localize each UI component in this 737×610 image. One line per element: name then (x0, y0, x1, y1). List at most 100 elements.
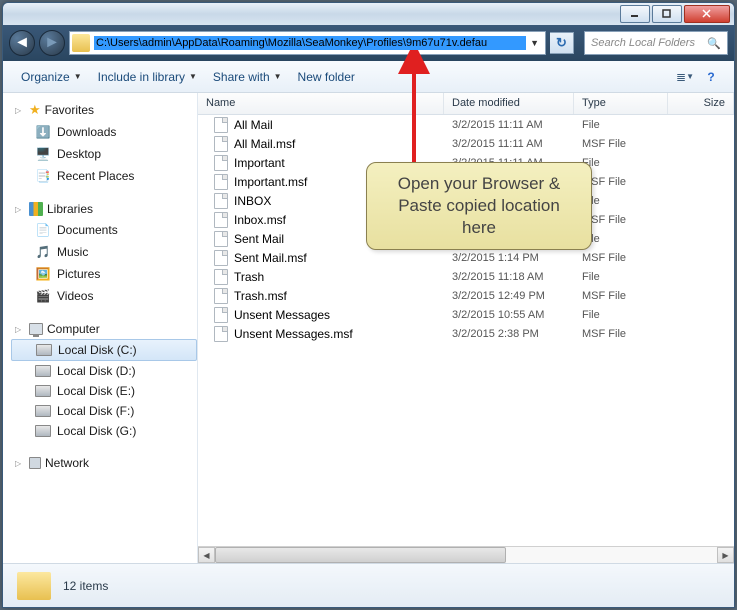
network-section: ▷Network (11, 453, 197, 473)
libraries-icon (29, 202, 43, 216)
file-icon (214, 250, 228, 266)
file-type: File (574, 119, 668, 131)
drive-icon (35, 405, 51, 417)
forward-button[interactable]: ► (39, 30, 65, 56)
scroll-track[interactable] (215, 547, 717, 563)
file-row[interactable]: Unsent Messages.msf 3/2/2015 2:38 PM MSF… (198, 324, 734, 343)
libraries-header[interactable]: ▷Libraries (11, 199, 197, 219)
favorites-header[interactable]: ▷★Favorites (11, 99, 197, 121)
status-bar: 12 items (3, 563, 734, 607)
file-row[interactable]: All Mail.msf 3/2/2015 11:11 AM MSF File (198, 134, 734, 153)
sidebar-item-drive-f[interactable]: Local Disk (F:) (11, 401, 197, 421)
sidebar-item-videos[interactable]: 🎬Videos (11, 285, 197, 307)
file-icon (214, 212, 228, 228)
sidebar-item-drive-c[interactable]: Local Disk (C:) (11, 339, 197, 361)
search-placeholder: Search Local Folders (591, 37, 695, 49)
file-type: File (574, 271, 668, 283)
file-name: Sent Mail (234, 232, 284, 246)
close-button[interactable] (684, 5, 730, 23)
file-date: 3/2/2015 12:49 PM (444, 290, 574, 302)
scroll-thumb[interactable] (215, 547, 506, 563)
file-icon (214, 193, 228, 209)
file-row[interactable]: Unsent Messages 3/2/2015 10:55 AM File (198, 305, 734, 324)
sidebar-item-downloads[interactable]: ⬇️Downloads (11, 121, 197, 143)
nav-bar: ◄ ► C:\Users\admin\AppData\Roaming\Mozil… (3, 25, 734, 61)
item-icon: 📄 (35, 222, 51, 238)
file-icon (214, 288, 228, 304)
file-row[interactable]: Trash.msf 3/2/2015 12:49 PM MSF File (198, 286, 734, 305)
column-type[interactable]: Type (574, 93, 668, 114)
organize-menu[interactable]: Organize▼ (13, 66, 90, 88)
sidebar-item-recent-places[interactable]: 📑Recent Places (11, 165, 197, 187)
file-icon (214, 269, 228, 285)
folder-icon (72, 34, 90, 52)
address-text[interactable]: C:\Users\admin\AppData\Roaming\Mozilla\S… (94, 36, 526, 50)
item-icon: ⬇️ (35, 124, 51, 140)
file-type: MSF File (574, 290, 668, 302)
file-icon (214, 231, 228, 247)
search-box[interactable]: Search Local Folders 🔍 (584, 31, 728, 55)
libraries-section: ▷Libraries 📄Documents🎵Music🖼️Pictures🎬Vi… (11, 199, 197, 307)
file-name: Sent Mail.msf (234, 251, 307, 265)
maximize-button[interactable] (652, 5, 682, 23)
sidebar-item-drive-d[interactable]: Local Disk (D:) (11, 361, 197, 381)
sidebar-item-documents[interactable]: 📄Documents (11, 219, 197, 241)
file-name: Inbox.msf (234, 213, 286, 227)
file-name: Unsent Messages (234, 308, 330, 322)
sidebar-item-drive-g[interactable]: Local Disk (G:) (11, 421, 197, 441)
file-icon (214, 155, 228, 171)
item-icon: 🎬 (35, 288, 51, 304)
file-row[interactable]: All Mail 3/2/2015 11:11 AM File (198, 115, 734, 134)
file-icon (214, 307, 228, 323)
drive-icon (35, 385, 51, 397)
network-header[interactable]: ▷Network (11, 453, 197, 473)
back-button[interactable]: ◄ (9, 30, 35, 56)
sidebar-item-pictures[interactable]: 🖼️Pictures (11, 263, 197, 285)
file-name: All Mail.msf (234, 137, 295, 151)
toolbar: Organize▼ Include in library▼ Share with… (3, 61, 734, 93)
sidebar-item-drive-e[interactable]: Local Disk (E:) (11, 381, 197, 401)
scroll-right-button[interactable]: ▶ (717, 547, 734, 563)
view-options-button[interactable]: ≣ ▼ (672, 65, 698, 89)
file-icon (214, 117, 228, 133)
share-with-menu[interactable]: Share with▼ (205, 66, 290, 88)
address-dropdown[interactable]: ▼ (526, 38, 543, 48)
column-size[interactable]: Size (668, 93, 734, 114)
address-bar[interactable]: C:\Users\admin\AppData\Roaming\Mozilla\S… (69, 31, 546, 55)
drive-icon (36, 344, 52, 356)
file-type: File (574, 309, 668, 321)
sidebar-item-music[interactable]: 🎵Music (11, 241, 197, 263)
network-icon (29, 457, 41, 469)
minimize-button[interactable] (620, 5, 650, 23)
file-name: All Mail (234, 118, 273, 132)
annotation-callout: Open your Browser & Paste copied locatio… (366, 162, 592, 250)
column-name[interactable]: Name (198, 93, 444, 114)
file-date: 3/2/2015 11:11 AM (444, 138, 574, 150)
drive-icon (35, 425, 51, 437)
help-button[interactable]: ? (698, 65, 724, 89)
file-date: 3/2/2015 10:55 AM (444, 309, 574, 321)
file-icon (214, 326, 228, 342)
file-name: INBOX (234, 194, 271, 208)
item-icon: 📑 (35, 168, 51, 184)
drive-icon (35, 365, 51, 377)
file-name: Important.msf (234, 175, 307, 189)
search-icon: 🔍 (707, 37, 721, 50)
file-name: Trash (234, 270, 264, 284)
explorer-window: ◄ ► C:\Users\admin\AppData\Roaming\Mozil… (2, 2, 735, 608)
nav-pane[interactable]: ▷★Favorites ⬇️Downloads🖥️Desktop📑Recent … (3, 93, 198, 563)
file-date: 3/2/2015 11:18 AM (444, 271, 574, 283)
scroll-left-button[interactable]: ◀ (198, 547, 215, 563)
horizontal-scrollbar[interactable]: ◀ ▶ (198, 546, 734, 563)
item-icon: 🎵 (35, 244, 51, 260)
star-icon: ★ (29, 102, 41, 118)
column-date[interactable]: Date modified (444, 93, 574, 114)
file-type: MSF File (574, 138, 668, 150)
refresh-button[interactable]: ↻ (550, 32, 574, 54)
computer-header[interactable]: ▷Computer (11, 319, 197, 339)
file-row[interactable]: Sent Mail.msf 3/2/2015 1:14 PM MSF File (198, 248, 734, 267)
sidebar-item-desktop[interactable]: 🖥️Desktop (11, 143, 197, 165)
new-folder-button[interactable]: New folder (290, 66, 363, 88)
include-library-menu[interactable]: Include in library▼ (90, 66, 205, 88)
file-row[interactable]: Trash 3/2/2015 11:18 AM File (198, 267, 734, 286)
